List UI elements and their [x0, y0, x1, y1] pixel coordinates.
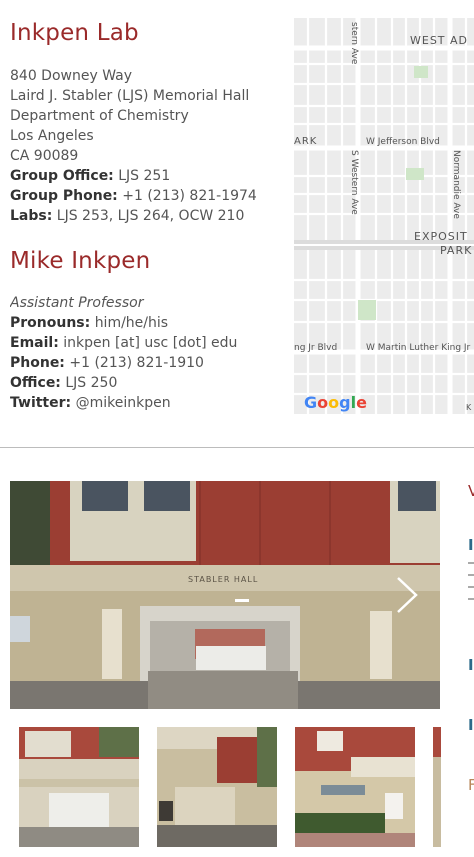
group-phone-value: +1 (213) 821-1974	[122, 188, 257, 204]
gallery-main-image[interactable]: STABLER HALL	[10, 481, 440, 709]
gallery-next-button[interactable]	[388, 570, 424, 620]
phone-value: +1 (213) 821-1910	[69, 355, 204, 371]
address-line: Laird J. Stabler (LJS) Memorial Hall	[10, 88, 250, 104]
lab-contact-block: 840 Downey Way Laird J. Stabler (LJS) Me…	[10, 66, 285, 226]
right-panel-fragment: I	[468, 716, 474, 734]
address-line: 840 Downey Way	[10, 68, 133, 84]
group-office-value: LJS 251	[118, 168, 171, 184]
map-label-mlk-right: W Martin Luther King Jr	[366, 343, 471, 353]
office: Office: LJS 250	[10, 373, 285, 393]
office-label: Office:	[10, 375, 61, 391]
map-label-west-adams: WEST AD	[410, 34, 468, 47]
gallery-thumbnail[interactable]	[19, 727, 139, 847]
map-label-park-2: PARK	[440, 244, 472, 257]
pronouns-value: him/he/his	[94, 315, 169, 331]
twitter: Twitter: @mikeinkpen	[10, 393, 285, 413]
phone: Phone: +1 (213) 821-1910	[10, 353, 285, 373]
gallery-thumbnail[interactable]	[433, 727, 441, 847]
thumbnail-image	[433, 727, 441, 847]
map-label-park: ARK	[294, 136, 317, 147]
group-phone: Group Phone: +1 (213) 821-1974	[10, 186, 285, 206]
address-line: Los Angeles	[10, 128, 94, 144]
labs-rooms: Labs: LJS 253, LJS 264, OCW 210	[10, 206, 285, 226]
thumbnail-image	[19, 727, 139, 847]
group-office: Group Office: LJS 251	[10, 166, 285, 186]
stabler-hall-photo: STABLER HALL	[10, 481, 440, 709]
person-contact-block: Assistant Professor Pronouns: him/he/his…	[10, 293, 285, 413]
map-canvas[interactable]: WEST AD stern Ave ARK W Jefferson Blvd S…	[294, 18, 474, 414]
phone-label: Phone:	[10, 355, 65, 371]
google-logo: Google	[304, 393, 367, 412]
office-value: LJS 250	[65, 375, 118, 391]
map-label-jefferson: W Jefferson Blvd	[366, 137, 440, 147]
right-panel-fragment: I	[468, 536, 474, 554]
twitter-label: Twitter:	[10, 395, 72, 411]
map-label-exposition: EXPOSIT	[414, 230, 468, 243]
right-panel-fragment: V	[468, 482, 474, 500]
email-value: inkpen [at] usc [dot] edu	[63, 335, 238, 351]
pronouns-label: Pronouns:	[10, 315, 91, 331]
labs-label: Labs:	[10, 208, 53, 224]
right-panel-fragment: I	[468, 656, 474, 674]
right-panel-fragment: F	[468, 776, 474, 794]
section-divider	[0, 447, 474, 448]
address-line: CA 90089	[10, 148, 79, 164]
person-name: Mike Inkpen	[10, 248, 151, 274]
pronouns: Pronouns: him/he/his	[10, 313, 285, 333]
email-label: Email:	[10, 335, 59, 351]
twitter-handle[interactable]: @mikeinkpen	[76, 395, 171, 411]
person-role: Assistant Professor	[10, 295, 144, 311]
thumbnail-image	[295, 727, 415, 847]
address-line: Department of Chemistry	[10, 108, 189, 124]
right-panel-text-lines	[468, 558, 474, 628]
stabler-hall-sign: STABLER HALL	[188, 575, 258, 584]
group-office-label: Group Office:	[10, 168, 114, 184]
group-phone-label: Group Phone:	[10, 188, 118, 204]
lab-title: Inkpen Lab	[10, 20, 139, 46]
gallery-thumbnail[interactable]	[157, 727, 277, 847]
map-label-mlk-left: ng Jr Blvd	[294, 343, 337, 353]
map-label-western-top: stern Ave	[349, 22, 359, 65]
map-label-normandie: Normandie Ave	[451, 150, 461, 219]
email: Email: inkpen [at] usc [dot] edu	[10, 333, 285, 353]
labs-value: LJS 253, LJS 264, OCW 210	[56, 208, 245, 224]
gallery-thumbnail[interactable]	[295, 727, 415, 847]
thumbnail-image	[157, 727, 277, 847]
map-label-s-western: S Western Ave	[349, 150, 359, 215]
chevron-right-icon	[397, 577, 418, 613]
location-map[interactable]: WEST AD stern Ave ARK W Jefferson Blvd S…	[294, 18, 474, 414]
map-label-corner: K	[466, 403, 472, 412]
